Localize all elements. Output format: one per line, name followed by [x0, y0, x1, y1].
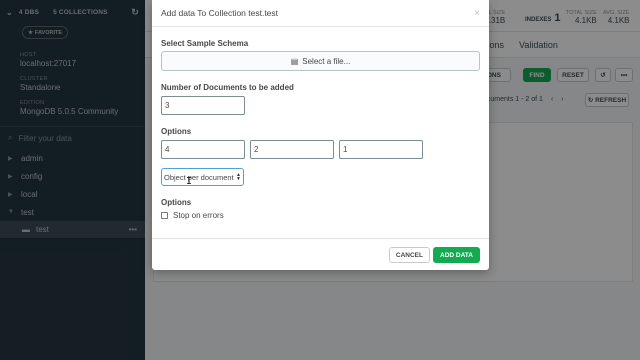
stop-on-errors-checkbox[interactable]: Stop on errors	[161, 211, 480, 220]
mode-select[interactable]: Object per document ▲ ▼	[161, 168, 244, 186]
option-input-3[interactable]: 1	[339, 140, 423, 159]
add-data-modal: Add data To Collection test.test × Selec…	[152, 0, 489, 270]
cancel-button[interactable]: CANCEL	[388, 247, 430, 263]
modal-title: Add data To Collection test.test	[161, 8, 279, 18]
num-docs-input[interactable]: 3	[161, 96, 245, 115]
option-input-2[interactable]: 2	[250, 140, 334, 159]
schema-label: Select Sample Schema	[161, 39, 249, 48]
options-inputs: 4 2 1	[161, 140, 480, 159]
modal-body: Select Sample Schema ▤ Select a file... …	[152, 39, 489, 220]
option-input-1[interactable]: 4	[161, 140, 245, 159]
checkbox-icon[interactable]	[161, 212, 168, 219]
select-arrows-icon: ▲ ▼	[236, 172, 241, 182]
add-data-button[interactable]: ADD DATA	[433, 247, 480, 263]
options-label: Options	[161, 127, 192, 136]
num-docs-label: Number of Documents to be added	[161, 83, 294, 92]
modal-header: Add data To Collection test.test ×	[152, 0, 489, 27]
file-icon: ▤	[290, 56, 299, 66]
close-icon[interactable]: ×	[474, 8, 480, 19]
options2-label: Options	[161, 198, 192, 207]
text-cursor-icon: I	[186, 176, 193, 187]
select-file-button[interactable]: ▤ Select a file...	[161, 51, 480, 71]
